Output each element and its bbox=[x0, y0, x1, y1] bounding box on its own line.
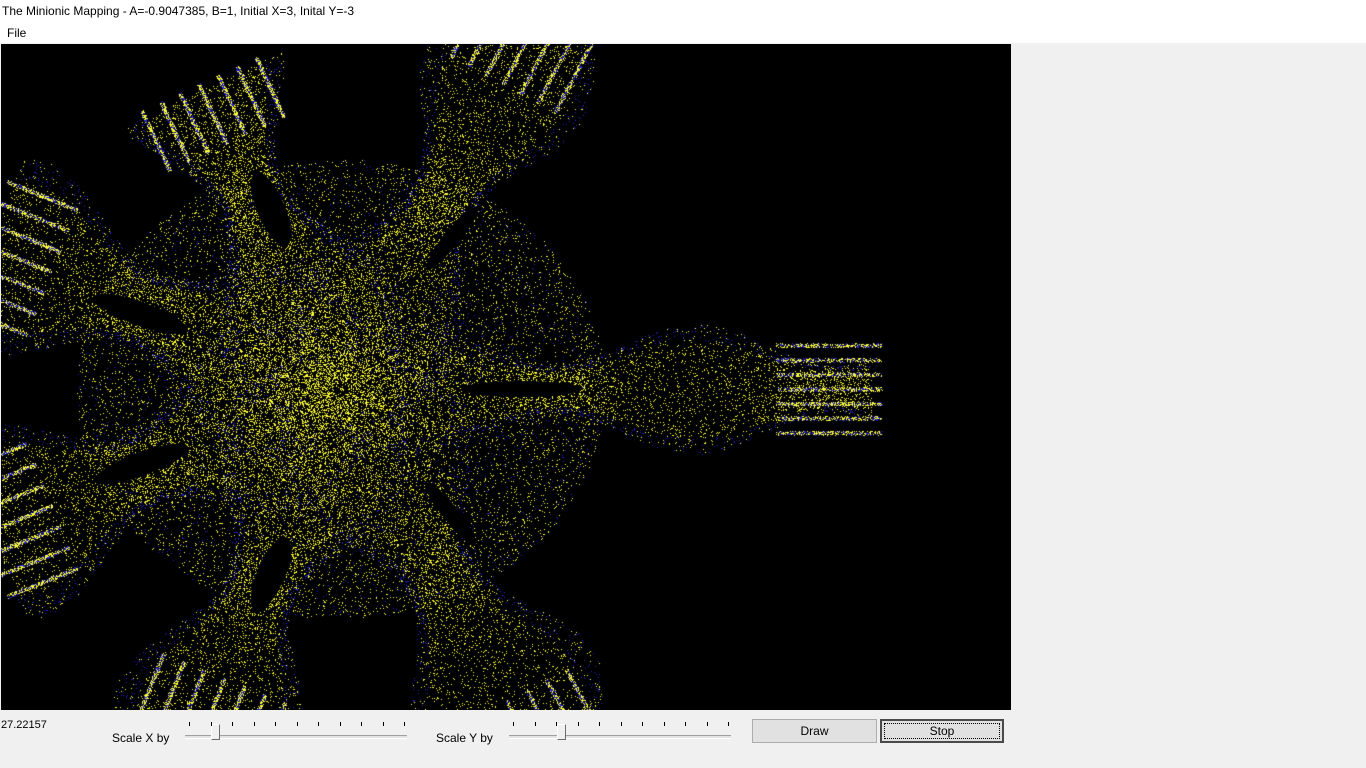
slider-tick bbox=[275, 722, 276, 726]
scale-y-label: Scale Y by bbox=[436, 731, 493, 745]
slider-thumb[interactable] bbox=[211, 724, 220, 740]
scale-x-slider[interactable] bbox=[185, 719, 407, 749]
slider-tick bbox=[318, 722, 319, 726]
plot-area bbox=[1, 44, 1011, 710]
slider-tick bbox=[382, 722, 384, 726]
fractal-canvas bbox=[1, 44, 1011, 710]
scale-y-slider[interactable] bbox=[509, 719, 731, 749]
slider-tick bbox=[210, 722, 212, 726]
slider-tick bbox=[599, 722, 600, 726]
slider-tick bbox=[663, 722, 665, 726]
scale-x-label: Scale X by bbox=[112, 731, 170, 745]
slider-tick bbox=[642, 722, 643, 726]
slider-track bbox=[509, 735, 731, 739]
draw-button[interactable]: Draw bbox=[752, 719, 877, 743]
slider-tick bbox=[361, 722, 362, 726]
menu-file[interactable]: File bbox=[2, 25, 31, 41]
slider-tick bbox=[232, 722, 233, 726]
menu-bar: File bbox=[0, 24, 1366, 43]
focus-ring bbox=[884, 723, 1000, 739]
slider-tick bbox=[339, 722, 341, 726]
slider-tick bbox=[534, 722, 536, 726]
slider-tick bbox=[253, 722, 255, 726]
title-bar[interactable]: The Minionic Mapping - A=-0.9047385, B=1… bbox=[0, 0, 1366, 24]
slider-tick bbox=[189, 722, 190, 726]
slider-tick bbox=[577, 722, 579, 726]
slider-tick bbox=[404, 722, 405, 726]
slider-thumb[interactable] bbox=[557, 724, 566, 740]
value-readout: 27.22157 bbox=[1, 719, 47, 731]
draw-button-label: Draw bbox=[800, 724, 829, 738]
slider-tick bbox=[706, 722, 708, 726]
slider-tick bbox=[685, 722, 686, 726]
slider-tick bbox=[556, 722, 557, 726]
slider-tick bbox=[728, 722, 729, 726]
stop-button[interactable]: Stop bbox=[880, 719, 1004, 743]
slider-tick bbox=[513, 722, 514, 726]
slider-tick bbox=[620, 722, 622, 726]
window-title: The Minionic Mapping - A=-0.9047385, B=1… bbox=[2, 4, 354, 18]
slider-tick bbox=[296, 722, 298, 726]
